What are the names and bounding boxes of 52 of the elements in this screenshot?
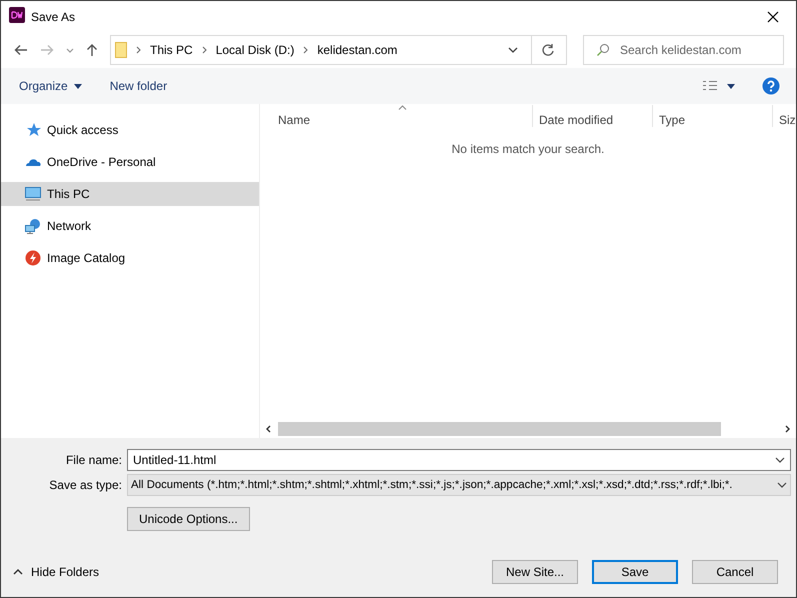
caret-icon[interactable] [66,48,74,52]
dialog-button[interactable]: Save [592,560,678,584]
dropdown-caret-icon[interactable] [775,456,785,462]
chevron-icon [202,46,207,54]
file-name-label: File name: [64,452,123,466]
new-folder-button[interactable]: New folder [102,75,176,97]
unicode-options-button[interactable]: Unicode Options... [127,507,250,531]
column-header[interactable]: Date modified [533,105,653,127]
up-arrow-icon[interactable] [86,43,98,57]
address-bar[interactable]: This PC Local Disk (D:) kelidestan.com [110,35,567,65]
scroll-left-icon[interactable] [264,425,272,433]
breadcrumb[interactable]: This PC [150,43,193,57]
sidebar-item[interactable]: This PC [1,182,259,206]
search-field[interactable]: Search kelidestan.com [583,35,784,65]
chevron-icon [303,46,308,54]
save-as-type-dropdown[interactable]: All Documents (*.htm;*.html;*.shtm;*.shtml;*.xhtml;*.stm;*.ssi;*.js;*.json;*.appcache;*.xml;*.xsl;*.xsd;*.dtd;*.rss;*.rdf;*.lbi;*. [127,474,791,496]
refresh-icon[interactable] [541,43,555,57]
search-icon [596,43,610,57]
column-header[interactable]: Name [260,105,533,127]
sidebar-item[interactable]: OneDrive - Personal [1,150,259,174]
help-icon[interactable] [762,77,780,95]
file-name-field[interactable]: Untitled-11.html [127,448,791,470]
caret-icon [74,84,82,88]
dropdown-caret-icon[interactable] [508,47,518,53]
chevron-icon [136,46,141,54]
hide-folders-button[interactable]: Hide Folders [13,565,100,579]
dialog-button[interactable]: New Site... [492,560,578,584]
organize-menu-button[interactable]: Organize [11,75,90,97]
breadcrumb[interactable]: Local Disk (D:) [216,43,294,57]
column-header[interactable]: Type [653,105,773,127]
sidebar-item[interactable]: Quick access [1,118,259,142]
folder-icon [115,42,127,58]
view-options-icon[interactable] [702,80,736,92]
scroll-right-icon[interactable] [784,425,792,433]
caret-icon [777,482,787,488]
column-header[interactable]: Siz [773,105,796,127]
network-icon [25,218,41,234]
sidebar-item[interactable]: Image Catalog [1,246,259,270]
app-logo-icon [9,7,25,26]
empty-message: No items match your search. [452,142,604,156]
close-icon [767,10,779,22]
window-title: Save As [31,10,76,24]
breadcrumb[interactable]: kelidestan.com [317,43,398,57]
back-arrow-icon[interactable] [14,44,28,56]
star-icon [25,122,41,138]
caret-icon [13,569,23,575]
computer-icon [25,186,41,202]
catalog-icon [25,250,41,266]
dialog-button[interactable]: Cancel [692,560,778,584]
save-as-type-label: Save as type: [48,478,123,492]
file-name-input[interactable]: Untitled-11.html [133,452,775,466]
sidebar-item[interactable]: Network [1,214,259,238]
